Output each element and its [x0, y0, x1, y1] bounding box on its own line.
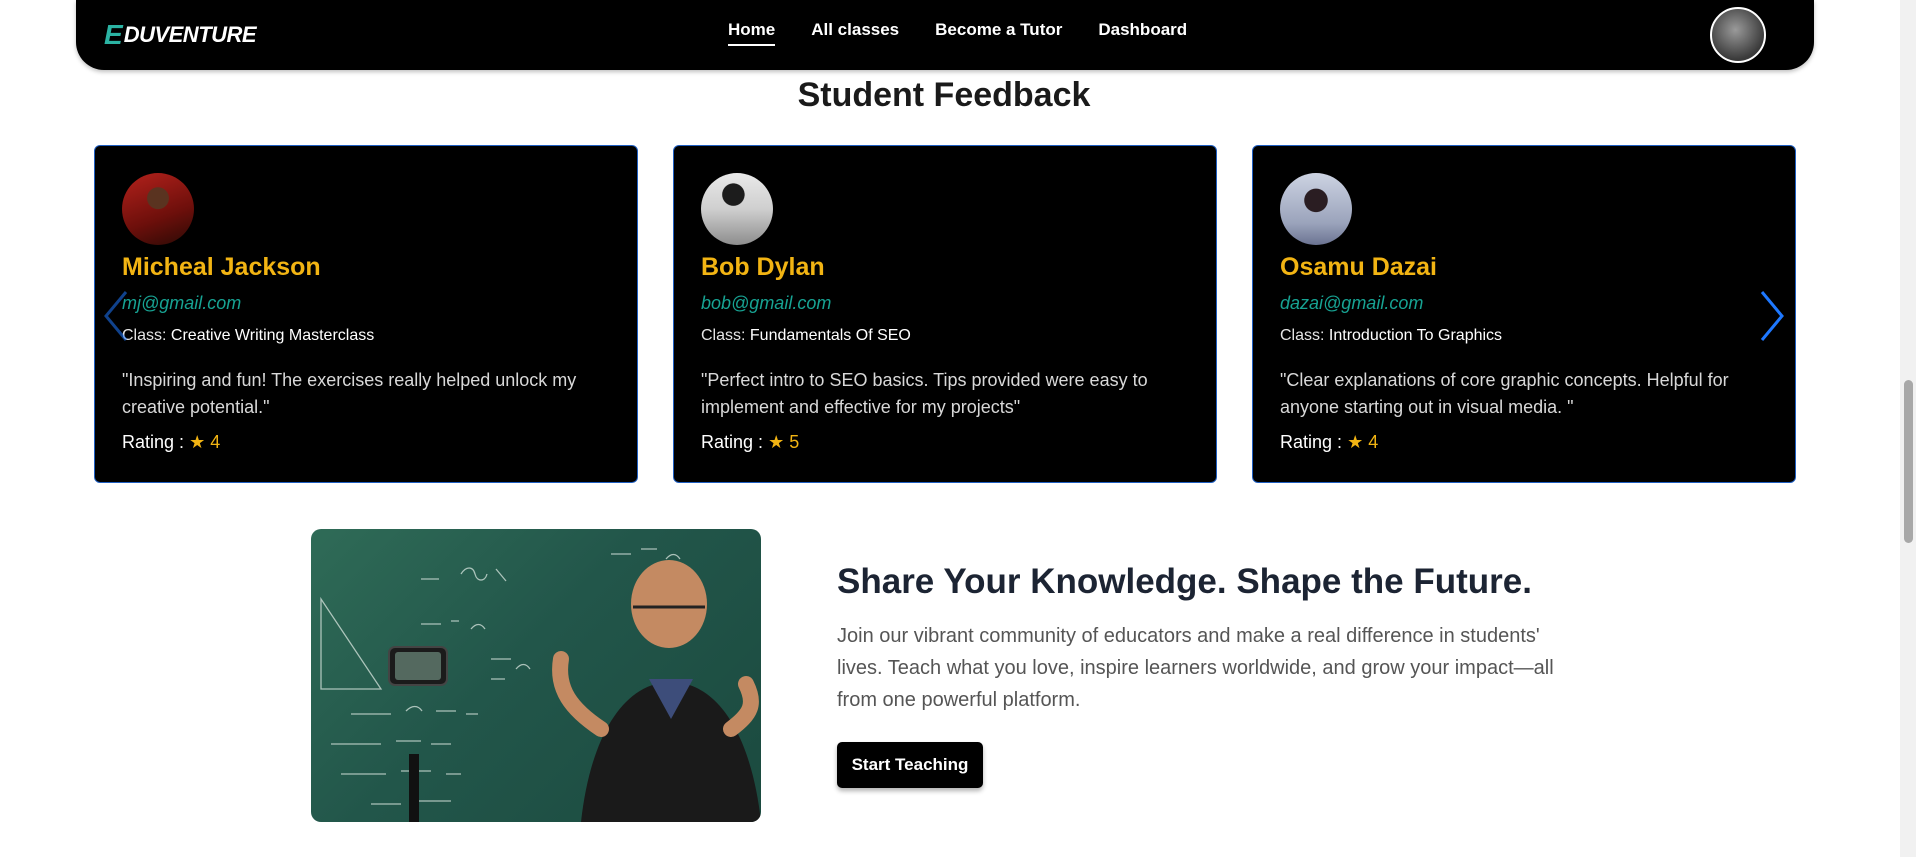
teach-title: Share Your Knowledge. Shape the Future.: [837, 562, 1532, 601]
nav-dashboard[interactable]: Dashboard: [1098, 20, 1187, 46]
logo-letter: E: [104, 19, 123, 50]
feedback-quote: "Inspiring and fun! The exercises really…: [122, 370, 577, 417]
rating-value: 5: [789, 432, 800, 452]
rating: Rating : ★ 4: [1280, 432, 1378, 453]
feedback-card: Micheal Jackson mj@gmail.com Class: Crea…: [94, 145, 638, 483]
feedback-card: Bob Dylan bob@gmail.com Class: Fundament…: [673, 145, 1217, 483]
class-label: Class:: [1280, 327, 1325, 344]
star-icon: ★: [768, 432, 785, 452]
star-icon: ★: [1347, 432, 1364, 452]
nav-home[interactable]: Home: [728, 20, 776, 46]
star-icon: ★: [189, 432, 206, 452]
rating: Rating : ★ 5: [701, 432, 799, 453]
class-name: Fundamentals Of SEO: [749, 327, 911, 344]
rating-label: Rating :: [701, 432, 764, 452]
student-email: mj@gmail.com: [122, 293, 242, 313]
rating-value: 4: [210, 432, 221, 452]
carousel-next-button[interactable]: [1756, 290, 1786, 342]
rating: Rating : ★ 4: [122, 432, 220, 453]
feedback-quote: "Clear explanations of core graphic conc…: [1280, 370, 1729, 417]
chevron-left-icon: [104, 291, 128, 341]
brand-logo[interactable]: E DUVENTURE: [104, 19, 257, 50]
nav-links: Home All classes Become a Tutor Dashboar…: [728, 20, 1187, 46]
class-name: Creative Writing Masterclass: [170, 327, 375, 344]
nav-all-classes[interactable]: All classes: [811, 20, 899, 46]
teach-description: Join our vibrant community of educators …: [837, 625, 1554, 711]
chevron-right-icon: [1760, 291, 1784, 341]
class-label: Class:: [701, 327, 746, 344]
class-info: Class: Fundamentals Of SEO: [701, 327, 911, 345]
student-name: Osamu Dazai: [1280, 253, 1438, 281]
start-teaching-button[interactable]: Start Teaching: [837, 742, 983, 788]
top-navbar: E DUVENTURE Home All classes Become a Tu…: [76, 0, 1814, 70]
student-name: Bob Dylan: [701, 253, 825, 281]
student-avatar: [1280, 173, 1352, 245]
carousel-prev-button[interactable]: [102, 290, 132, 342]
feedback-quote: "Perfect intro to SEO basics. Tips provi…: [701, 370, 1148, 417]
teacher-photo: [311, 529, 761, 822]
scrollbar-thumb[interactable]: [1904, 380, 1913, 543]
feedback-card: Osamu Dazai dazai@gmail.com Class: Intro…: [1252, 145, 1796, 483]
class-name: Introduction To Graphics: [1328, 327, 1503, 344]
rating-label: Rating :: [122, 432, 185, 452]
student-email: bob@gmail.com: [701, 293, 832, 313]
student-avatar: [122, 173, 194, 245]
student-avatar: [701, 173, 773, 245]
student-name: Micheal Jackson: [122, 253, 321, 281]
logo-text: DUVENTURE: [123, 22, 257, 47]
class-info: Class: Introduction To Graphics: [1280, 327, 1502, 345]
student-email: dazai@gmail.com: [1280, 293, 1424, 313]
user-avatar[interactable]: [1710, 7, 1766, 63]
rating-value: 4: [1368, 432, 1379, 452]
nav-become-tutor[interactable]: Become a Tutor: [935, 20, 1062, 46]
rating-label: Rating :: [1280, 432, 1343, 452]
section-title: Student Feedback: [797, 76, 1091, 114]
page-scrollbar[interactable]: [1900, 0, 1916, 857]
class-info: Class: Creative Writing Masterclass: [122, 327, 374, 345]
